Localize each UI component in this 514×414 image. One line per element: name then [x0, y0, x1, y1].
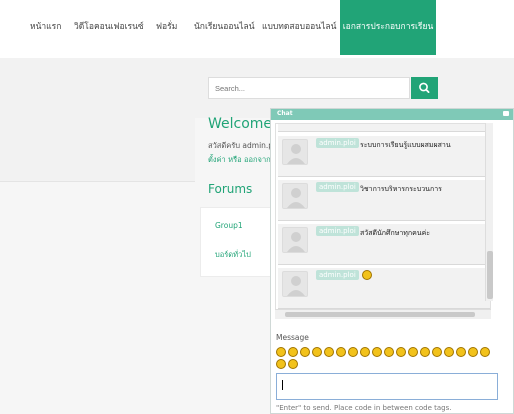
avatar — [282, 139, 308, 165]
list-item: admin.ploi — [278, 268, 490, 309]
avatar — [282, 183, 308, 209]
welcome-greeting: สวัสดีครับ admin.p — [208, 141, 274, 150]
list-item: admin.ploi วิชาการบริหารกระบวนการ — [278, 180, 490, 221]
minimize-icon[interactable] — [503, 111, 509, 116]
send-hint: "Enter" to send. Place code in between c… — [276, 404, 452, 412]
forum-general[interactable]: บอร์ดทั่วไป — [215, 249, 251, 261]
smile-icon[interactable] — [276, 347, 286, 357]
happy-icon[interactable] — [360, 347, 370, 357]
search-input[interactable] — [208, 77, 410, 99]
chat-username[interactable]: admin.ploi — [316, 138, 359, 148]
left-panel — [0, 118, 195, 182]
forum-group1[interactable]: Group1 — [215, 221, 243, 230]
nav-online-tests[interactable]: แบบทดสอบออนไลน์ — [262, 0, 336, 55]
search-icon — [419, 82, 430, 94]
nav-forum[interactable]: ฟอรั่ม — [156, 0, 177, 55]
arrow-icon[interactable] — [288, 359, 298, 369]
chat-username[interactable]: admin.ploi — [316, 182, 359, 192]
wink-icon[interactable] — [300, 347, 310, 357]
nav-online-students[interactable]: นักเรียนออนไลน์ — [194, 0, 255, 55]
list-item: admin.ploi สวัสดีนักศึกษาทุกคนค่ะ — [278, 224, 490, 265]
forums-list: Group1 บอร์ดทั่วไป — [200, 207, 272, 277]
chat-username[interactable]: admin.ploi — [316, 226, 359, 236]
search-button[interactable] — [411, 77, 438, 99]
avatar — [282, 271, 308, 297]
devil-icon[interactable] — [444, 347, 454, 357]
message-input[interactable] — [276, 373, 498, 400]
message-label: Message — [276, 333, 309, 342]
forums-title: Forums — [208, 182, 253, 196]
chat-vertical-scrollbar[interactable] — [485, 123, 493, 301]
laugh-icon[interactable] — [348, 347, 358, 357]
blush-icon[interactable] — [312, 347, 322, 357]
chat-username[interactable]: admin.ploi — [316, 270, 359, 280]
chat-title: Chat — [277, 110, 293, 117]
chat-message-text: ระบบการเรียนรู้แบบผสมผสาน — [360, 141, 451, 149]
surprised-icon[interactable] — [372, 347, 382, 357]
chat-header[interactable]: Chat — [271, 109, 513, 120]
question-icon[interactable] — [480, 347, 490, 357]
chat-hscroll-thumb[interactable] — [285, 312, 475, 317]
nav-home[interactable]: หน้าแรก — [30, 0, 61, 55]
cry-icon[interactable] — [420, 347, 430, 357]
exclaim-icon[interactable] — [468, 347, 478, 357]
text-cursor — [282, 380, 283, 390]
chat-vscroll-thumb[interactable] — [487, 251, 493, 299]
evil-icon[interactable] — [432, 347, 442, 357]
confused-icon[interactable] — [396, 347, 406, 357]
nav-video-conference[interactable]: วิดีโอคอนเฟอเรนซ์ — [74, 0, 144, 55]
nav-documents[interactable]: เอกสารประกอบการเรียน — [340, 0, 436, 55]
emoji-picker — [276, 347, 504, 371]
account-links[interactable]: ตั้งค่า หรือ ออกจาก — [208, 154, 271, 166]
neutral-icon[interactable] — [456, 347, 466, 357]
grin-icon[interactable] — [288, 347, 298, 357]
tongue-icon[interactable] — [324, 347, 334, 357]
page: { "nav": { "items": ["หน้าแรก", "วิดีโอค… — [0, 0, 514, 414]
angry-icon[interactable] — [408, 347, 418, 357]
chat-messages: admin.ploi ระบบการเรียนรู้แบบผสมผสาน adm… — [275, 123, 491, 315]
avatar — [282, 227, 308, 253]
list-item — [278, 124, 490, 132]
top-nav: หน้าแรก วิดีโอคอนเฟอเรนซ์ ฟอรั่ม นักเรีย… — [0, 0, 514, 55]
list-item: admin.ploi ระบบการเรียนรู้แบบผสมผสาน — [278, 136, 490, 177]
idea-icon[interactable] — [276, 359, 286, 369]
cool-icon[interactable] — [336, 347, 346, 357]
smiley-icon — [362, 270, 372, 280]
chat-message-text: สวัสดีนักศึกษาทุกคนค่ะ — [360, 229, 431, 237]
chat-horizontal-scrollbar[interactable] — [275, 309, 491, 319]
sad-icon[interactable] — [384, 347, 394, 357]
chat-message-text: วิชาการบริหารกระบวนการ — [360, 185, 442, 193]
